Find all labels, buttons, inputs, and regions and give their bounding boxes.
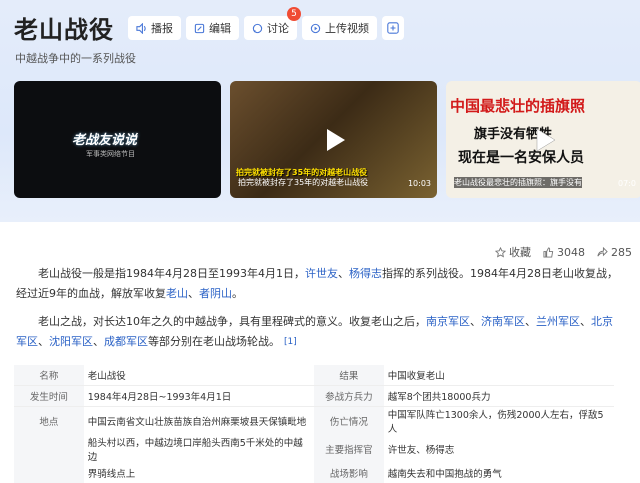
upload-video-button[interactable]: 上传视频 xyxy=(302,16,377,40)
link-laoshan[interactable]: 老山 xyxy=(166,287,188,300)
speaker-icon xyxy=(136,22,146,34)
infobox-label xyxy=(14,463,84,483)
table-row: 船头村以西，中越边境口岸船头西南5千米处的中越边 主要指挥官 许世友、杨得志 xyxy=(14,435,614,463)
video-overlay-subtitle: 军事类网络节目 xyxy=(86,150,135,158)
share-button[interactable]: 285 xyxy=(597,246,632,259)
table-row: 发生时间 1984年4月28日~1993年4月1日 参战方兵力 越军8个团共18… xyxy=(14,385,614,407)
broadcast-label: 播报 xyxy=(151,22,173,35)
stats-bar: 收藏 3048 285 xyxy=(495,244,632,260)
table-row: 界骑线点上 战场影响 越南失去和中国抱战的勇气 xyxy=(14,463,614,483)
infobox-label: 地点 xyxy=(14,406,84,435)
intro-text: 、 xyxy=(93,335,104,348)
video-overlay-title: 老战友说说 xyxy=(72,133,138,148)
infobox-table: 名称 老山战役 结果 中国收复老山 发生时间 1984年4月28日~1993年4… xyxy=(14,365,614,483)
play-icon[interactable] xyxy=(319,125,349,155)
link-zheyinshan[interactable]: 者阴山 xyxy=(199,287,232,300)
play-icon[interactable] xyxy=(529,125,559,155)
infobox-value: 船头村以西，中越边境口岸船头西南5千米处的中越边 xyxy=(87,438,303,463)
table-row: 地点 中国云南省文山壮族苗族自治州麻栗坡县天保镇毗地 伤亡情况 中国军队阵亡13… xyxy=(14,406,614,435)
reference-link[interactable]: [1] xyxy=(284,337,297,347)
action-bar: 播报 编辑 讨论 5 上传视频 xyxy=(128,7,404,40)
video-overlay-title: 中国最悲壮的插旗照 xyxy=(450,97,586,115)
infobox-label xyxy=(14,435,84,463)
video-duration: 10:03 xyxy=(407,179,431,188)
infobox-label: 参战方兵力 xyxy=(313,385,384,407)
intro-paragraph-1: 老山战役一般是指1984年4月28日至1993年4月1日，许世友、杨得志指挥的系… xyxy=(16,264,620,304)
video-overlay-line3: 现在是一名安保人员 xyxy=(458,150,584,166)
link-yang-dezhi[interactable]: 杨得志 xyxy=(349,267,382,280)
link-shenyang-military-region[interactable]: 沈阳军区 xyxy=(49,335,93,348)
link-lanzhou-military-region[interactable]: 兰州军区 xyxy=(536,315,580,328)
infobox-label: 伤亡情况 xyxy=(313,406,384,435)
intro-text: 、 xyxy=(580,315,591,328)
infobox-label: 名称 xyxy=(14,365,84,386)
upload-video-label: 上传视频 xyxy=(325,22,369,35)
link-xu-shiyou[interactable]: 许世友 xyxy=(305,267,338,280)
table-row: 名称 老山战役 结果 中国收复老山 xyxy=(14,365,614,386)
broadcast-button[interactable]: 播报 xyxy=(128,16,181,40)
infobox-value: 中国军队阵亡1300余人，伤残2000人左右，俘敌5人 xyxy=(383,406,614,435)
infobox-label: 结果 xyxy=(313,365,384,386)
collect-button[interactable]: 收藏 xyxy=(495,244,531,260)
video-icon xyxy=(310,23,321,33)
hero-banner: 老山战役 播报 编辑 讨论 5 上传视频 中越战争中的一系列战役 老战友说说 军… xyxy=(0,0,640,222)
infobox-value: 中国收复老山 xyxy=(387,371,445,382)
link-jinan-military-region[interactable]: 济南军区 xyxy=(481,315,525,328)
video-card[interactable]: 拍完就被封存了35年的对越老山战役 拍完就被封存了35年的对越老山战役 10:0… xyxy=(230,81,437,198)
video-carousel: 老战友说说 军事类网络节目 拍完就被封存了35年的对越老山战役 拍完就被封存了3… xyxy=(14,81,640,198)
infobox-label: 发生时间 xyxy=(14,385,84,407)
share-count: 285 xyxy=(611,245,632,259)
intro-text: 、 xyxy=(188,287,199,300)
plus-icon xyxy=(387,22,399,34)
comment-icon xyxy=(252,23,263,33)
infobox-label: 主要指挥官 xyxy=(313,435,384,463)
collect-label: 收藏 xyxy=(509,246,531,259)
page-title: 老山战役 xyxy=(14,16,114,44)
link-chengdu-military-region[interactable]: 成都军区 xyxy=(104,335,148,348)
discuss-button[interactable]: 讨论 5 xyxy=(244,7,301,40)
link-nanjing-military-region[interactable]: 南京军区 xyxy=(426,315,470,328)
like-count: 3048 xyxy=(557,245,585,259)
intro-text: 老山之战，对长达10年之久的中越战争，具有里程碑式的意义。收复老山之后， xyxy=(38,315,426,328)
intro-paragraph-2: 老山之战，对长达10年之久的中越战争，具有里程碑式的意义。收复老山之后，南京军区… xyxy=(16,312,620,352)
infobox-value: 老山战役 xyxy=(87,371,126,382)
like-button[interactable]: 3048 xyxy=(543,246,585,259)
video-card[interactable]: 中国最悲壮的插旗照 旗手没有牺牲 现在是一名安保人员 老山战役最悲壮的插旗照：旗… xyxy=(446,81,640,198)
edit-label: 编辑 xyxy=(209,22,231,35)
intro-text: 、 xyxy=(38,335,49,348)
thumbs-up-icon xyxy=(543,246,554,258)
infobox-value: 界骑线点上 xyxy=(87,469,136,480)
intro-text: 。 xyxy=(232,287,243,300)
discuss-count-badge: 5 xyxy=(287,7,301,21)
intro-text: 、 xyxy=(470,315,481,328)
video-caption: 拍完就被封存了35年的对越老山战役 xyxy=(238,178,369,187)
add-button[interactable] xyxy=(382,16,404,40)
discuss-label: 讨论 xyxy=(267,22,289,35)
intro-text: 等部分别在老山战场轮战。 xyxy=(148,335,280,348)
infobox-value: 许世友、杨得志 xyxy=(387,445,455,456)
video-card[interactable]: 老战友说说 军事类网络节目 xyxy=(14,81,221,198)
infobox-value: 中国云南省文山壮族苗族自治州麻栗坡县天保镇毗地 xyxy=(83,406,314,435)
infobox-label: 战场影响 xyxy=(313,463,384,483)
video-caption: 老山战役最悲壮的插旗照：旗手没有 xyxy=(454,177,582,188)
intro-text: 老山战役一般是指1984年4月28日至1993年4月1日， xyxy=(38,267,305,280)
infobox-value: 越南失去和中国抱战的勇气 xyxy=(387,469,502,480)
infobox-value: 1984年4月28日~1993年4月1日 xyxy=(83,385,314,407)
infobox-value: 越军8个团共18000兵力 xyxy=(383,385,614,407)
star-icon xyxy=(495,246,506,258)
page-subtitle: 中越战争中的一系列战役 xyxy=(15,52,136,65)
share-icon xyxy=(597,246,608,256)
edit-button[interactable]: 编辑 xyxy=(186,16,239,40)
edit-icon xyxy=(194,23,205,33)
intro-text: 、 xyxy=(525,315,536,328)
video-duration: 07:0 xyxy=(618,179,636,188)
intro-text: 、 xyxy=(337,267,349,280)
